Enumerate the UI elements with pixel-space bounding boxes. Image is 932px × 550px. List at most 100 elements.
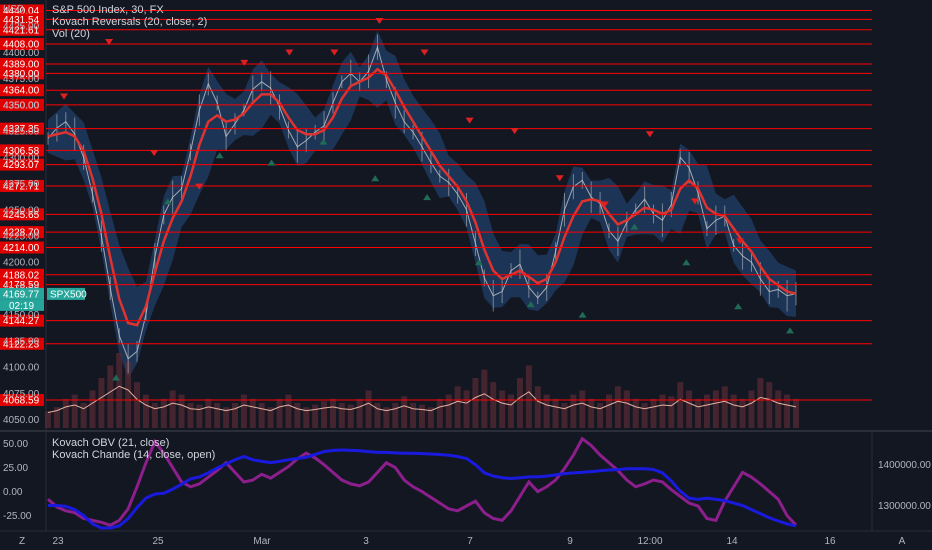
price-tick: 4425.00	[3, 22, 40, 33]
time-tick: Mar	[253, 536, 271, 547]
chart-title: S&P 500 Index, 30, FX	[52, 4, 164, 16]
volume-bar	[472, 378, 479, 428]
volume-bar	[232, 403, 238, 428]
volume-bar	[329, 398, 336, 428]
volume-bar	[276, 398, 283, 428]
volume-bar	[534, 386, 541, 428]
volume-bar	[89, 390, 96, 428]
chart-canvas: 4440.044431.544421.614408.004389.004380.…	[0, 0, 932, 550]
volume-bar	[169, 390, 176, 428]
volume-bar	[401, 396, 408, 428]
volume-bar	[347, 404, 354, 428]
volume-bar	[632, 398, 639, 428]
symbol-tag-label: SPX500	[50, 289, 87, 300]
main-legend: S&P 500 Index, 30, FX Kovach Reversals (…	[52, 4, 207, 40]
obv-tick: 1400000.00	[878, 460, 931, 471]
volume-bar	[686, 390, 693, 428]
price-tick: 4275.00	[3, 179, 40, 190]
volume-bar	[187, 403, 194, 428]
time-tick: 14	[726, 536, 738, 547]
price-tick: 4400.00	[3, 48, 40, 59]
volume-bar	[516, 378, 523, 428]
time-tick: 25	[152, 536, 164, 547]
volume-bar	[641, 403, 648, 428]
volume-bar	[775, 390, 782, 428]
volume-bar	[294, 403, 301, 428]
obv-indicator-label[interactable]: Kovach OBV (21, close)	[52, 437, 215, 449]
volume-bar	[80, 403, 87, 428]
volume-bar	[481, 369, 488, 428]
volume-bar	[588, 398, 595, 428]
volume-bar	[356, 398, 363, 428]
time-tick: 12:00	[637, 536, 662, 547]
volume-bar	[525, 365, 532, 428]
volume-bar	[739, 398, 746, 428]
price-tick: 4200.00	[3, 258, 40, 269]
auto-scale-button[interactable]: A	[899, 536, 906, 547]
volume-bar	[623, 390, 630, 428]
volume-bar	[695, 398, 702, 428]
volume-bar	[374, 403, 381, 428]
volume-bar	[116, 353, 123, 428]
price-tick: 4100.00	[3, 363, 40, 374]
volume-bar	[436, 398, 443, 428]
chande-indicator-label[interactable]: Kovach Chande (14, close, open)	[52, 449, 215, 461]
price-tick: 4075.00	[3, 389, 40, 400]
currency-label: USD	[3, 4, 24, 15]
volume-bar	[258, 403, 265, 428]
price-tick: 4250.00	[3, 205, 40, 216]
volume-bar	[614, 386, 621, 428]
volume-bar	[766, 382, 773, 428]
level-tag-label: 4364.00	[3, 86, 40, 97]
volume-bar	[134, 382, 141, 428]
reversals-indicator-label[interactable]: Kovach Reversals (20, close, 2)	[52, 16, 207, 28]
price-tick: 4375.00	[3, 74, 40, 85]
time-tick: 7	[467, 536, 473, 547]
volume-bar	[410, 403, 417, 428]
chande-tick: 25.00	[3, 463, 28, 474]
volume-indicator-label[interactable]: Vol (20)	[52, 28, 207, 40]
volume-bar	[490, 382, 497, 428]
volume-bar	[793, 398, 799, 428]
chande-tick: 50.00	[3, 439, 28, 450]
volume-bar	[561, 403, 568, 428]
volume-bar	[748, 390, 755, 428]
time-tick: 3	[363, 536, 369, 547]
volume-bar	[151, 403, 158, 428]
volume-bar	[668, 396, 675, 428]
obv-tick: 1300000.00	[878, 501, 931, 512]
oscillator-legend: Kovach OBV (21, close) Kovach Chande (14…	[52, 437, 215, 461]
volume-bar	[205, 398, 212, 428]
volume-bar	[338, 403, 345, 428]
price-tick: 4325.00	[3, 127, 40, 138]
volume-bar	[419, 404, 425, 428]
zoom-button[interactable]: Z	[19, 536, 25, 547]
volume-bar	[499, 390, 506, 428]
time-tick: 9	[567, 536, 573, 547]
volume-bar	[98, 378, 105, 428]
volume-bar	[579, 390, 586, 428]
volume-bar	[454, 386, 461, 428]
volume-bar	[552, 398, 559, 428]
price-tick: 4125.00	[3, 336, 40, 347]
time-tag-label: 02:19	[9, 301, 34, 312]
chande-tick: -25.00	[3, 511, 32, 522]
time-tick: 16	[824, 536, 836, 547]
volume-bar	[196, 404, 203, 428]
volume-bar	[721, 386, 728, 428]
volume-bar	[650, 398, 657, 428]
volume-bar	[45, 411, 51, 428]
volume-bar	[365, 390, 372, 428]
volume-bar	[597, 403, 604, 428]
price-tick: 4050.00	[3, 415, 40, 426]
volume-bar	[249, 398, 256, 428]
level-tag-label: 4214.00	[3, 243, 40, 254]
last-price-label: 4169.77	[3, 289, 40, 300]
volume-bar	[321, 401, 328, 428]
volume-bar	[712, 390, 719, 428]
price-tick: 4350.00	[3, 100, 40, 111]
volume-bar	[463, 390, 470, 428]
volume-bar	[214, 403, 221, 428]
volume-bar	[107, 365, 114, 428]
volume-bar	[312, 404, 319, 428]
